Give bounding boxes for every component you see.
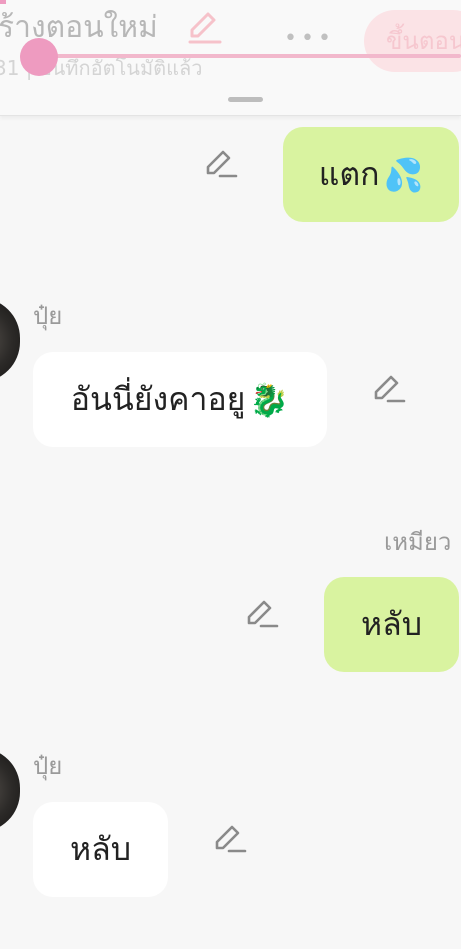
- avatar[interactable]: [0, 748, 20, 832]
- message-bubble-incoming[interactable]: อันนี่ยังคาอยู 🐉: [33, 352, 327, 447]
- more-horizontal-icon[interactable]: •••: [284, 26, 335, 51]
- pencil-icon[interactable]: [244, 596, 280, 632]
- progress-slider-thumb[interactable]: [20, 38, 58, 76]
- chat-editor-screen: ร้างตอนใหม่ 31 | บันทึกอัตโนมัติแล้ว •••…: [0, 0, 461, 949]
- emoji-dragon: 🐉: [249, 380, 290, 419]
- message-bubble-outgoing[interactable]: แตก 💦: [283, 127, 459, 222]
- message-bubble-incoming[interactable]: หลับ: [33, 802, 168, 897]
- pencil-icon[interactable]: [212, 821, 248, 857]
- message-bubble-outgoing[interactable]: หลับ: [324, 577, 459, 672]
- sender-name: เหมียว: [384, 528, 452, 556]
- message-text: หลับ: [69, 830, 131, 868]
- message-text: อันนี่ยังคาอยู: [70, 380, 246, 418]
- emoji-sweat-drops: 💦: [383, 155, 424, 194]
- editor-header: ร้างตอนใหม่ 31 | บันทึกอัตโนมัติแล้ว •••…: [0, 0, 461, 116]
- drag-handle[interactable]: [228, 97, 263, 102]
- pencil-icon[interactable]: [371, 371, 407, 407]
- sender-name: ปุ๋ย: [33, 752, 63, 780]
- pencil-icon[interactable]: [203, 146, 239, 182]
- progress-slider-track[interactable]: [20, 54, 461, 58]
- message-text: หลับ: [360, 605, 422, 643]
- avatar[interactable]: [0, 298, 20, 382]
- publish-button[interactable]: ขึ้นตอน: [364, 10, 461, 72]
- edit-title-icon[interactable]: [184, 6, 224, 46]
- sender-name: ปุ๋ย: [33, 302, 63, 330]
- message-text: แตก: [318, 155, 380, 193]
